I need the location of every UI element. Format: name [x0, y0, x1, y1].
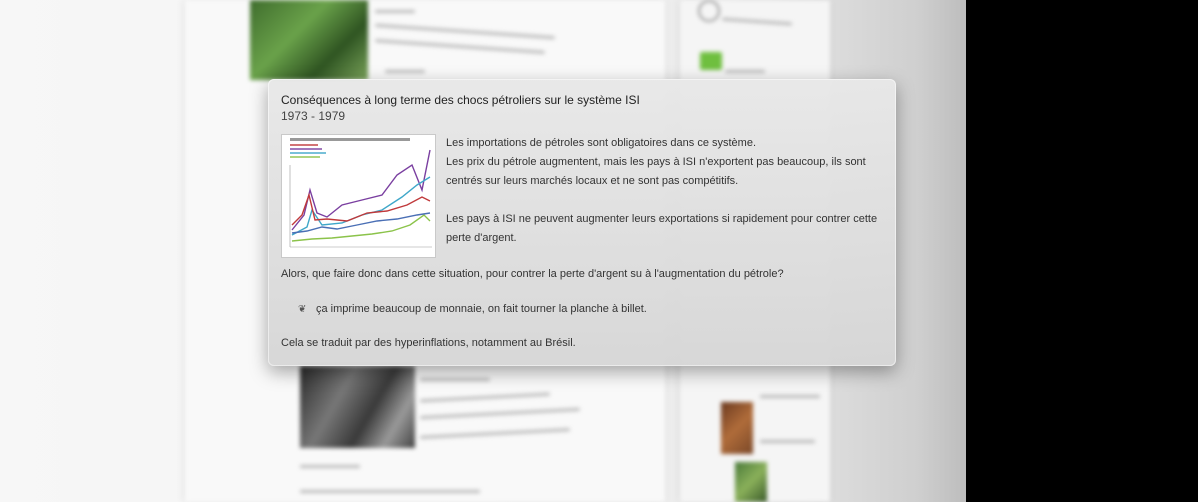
background-food-photo — [721, 402, 753, 454]
background-forest-photo — [250, 0, 368, 80]
background-text-line — [725, 70, 765, 73]
popup-closing: Cela se traduit par des hyperinflations,… — [281, 337, 576, 349]
popup-question: Alors, que faire donc dans cette situati… — [281, 268, 784, 280]
popup-title: Conséquences à long terme des chocs pétr… — [281, 93, 640, 107]
paragraph-exports: Les pays à ISI ne peuvent augmenter leur… — [446, 213, 878, 244]
paragraph-prices: Les prix du pétrole augmentent, mais les… — [446, 156, 866, 187]
popup-body: Les importations de pétroles sont obliga… — [446, 134, 882, 258]
info-popup-card: Conséquences à long terme des chocs pétr… — [268, 79, 896, 366]
background-text-line — [385, 70, 425, 73]
popup-date-range: 1973 - 1979 — [281, 109, 346, 123]
background-globe-icon — [698, 0, 720, 22]
chart-thumbnail-image[interactable] — [281, 134, 436, 258]
thumbnail-line-chart — [282, 135, 435, 257]
leaf-bullet-icon: ❦ — [298, 303, 307, 315]
bullet-text: ça imprime beaucoup de monnaie, on fait … — [316, 303, 647, 315]
background-bw-photo — [300, 366, 415, 448]
background-text-line — [375, 10, 415, 13]
background-text-line — [760, 440, 815, 443]
paragraph-imports: Les importations de pétroles sont obliga… — [446, 137, 756, 149]
background-green-photo — [735, 462, 767, 502]
background-text-line — [300, 465, 360, 468]
background-text-line — [300, 490, 480, 493]
background-text-line — [760, 395, 820, 398]
bullet-item: ❦ ça imprime beaucoup de monnaie, on fai… — [298, 303, 882, 315]
background-green-icon — [700, 52, 722, 70]
background-text-line — [420, 378, 490, 381]
